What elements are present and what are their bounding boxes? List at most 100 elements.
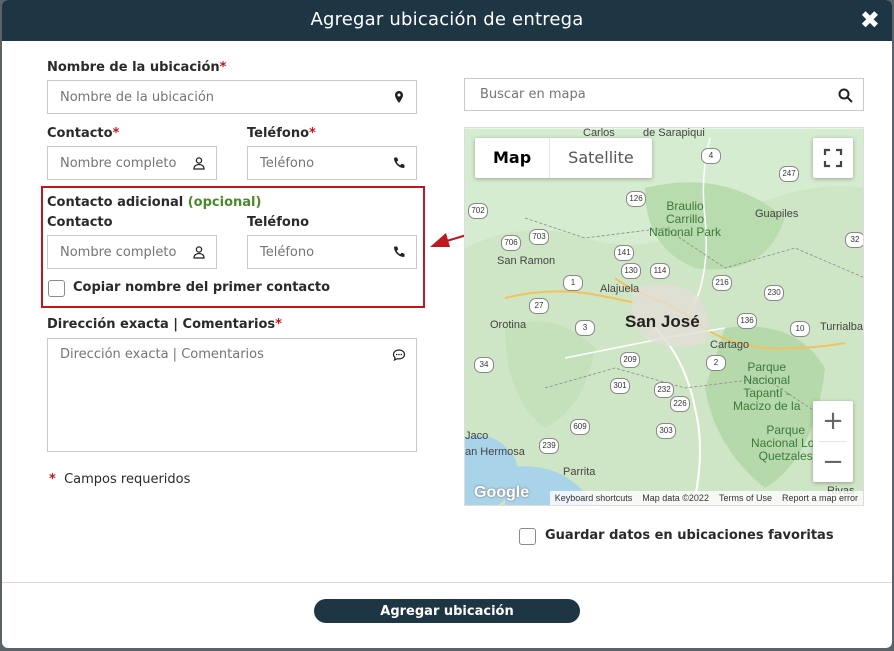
required-mark: * [112,126,120,141]
map-label-text: Quetzales [758,449,813,463]
map-label-park: Braulio Carrillo National Park [649,200,721,239]
zoom-control: + − [813,401,853,482]
route-shield: 126 [626,191,646,207]
map-label: de Sarapiqui [643,127,705,139]
map-label-text: Nacional Los [751,436,821,450]
map-label: Orotina [490,319,527,331]
additional-phone-label: Teléfono [247,215,310,230]
route-shield: 703 [529,229,549,245]
map-label-text: Carrillo [666,212,705,226]
map-label-park: Parque Nacional Tapantí - Macizo de la [733,361,800,413]
map-label-text: Tapantí - [743,386,791,400]
route-shield: 232 [654,382,674,398]
add-location-button[interactable]: Agregar ubicación [314,599,580,623]
route-shield: 114 [650,263,670,279]
map-pin-icon [395,91,403,103]
fullscreen-icon [823,148,843,168]
map-data-text: Map data ©2022 [642,493,709,503]
phone-icon [394,246,405,257]
required-mark: * [275,317,282,332]
route-shield: 230 [764,285,784,301]
map-search-field[interactable] [464,78,864,111]
terms-link[interactable]: Terms of Use [714,491,777,505]
map-type-control: Map Satellite [475,138,652,178]
route-shield: 1 [563,275,583,291]
optional-tag: (opcional) [187,195,262,210]
route-shield: 702 [468,203,488,219]
search-icon[interactable] [838,88,853,103]
map-label-text: Parque [747,360,787,374]
route-shield: 209 [620,352,640,368]
required-mark: * [309,126,316,141]
route-shield: 130 [621,263,641,279]
route-shield: 141 [614,245,634,261]
close-icon[interactable]: ✖ [860,7,880,33]
route-shield: 136 [737,313,757,329]
dialog-title: Agregar ubicación de entrega [310,9,584,30]
copy-contact-checkbox-label[interactable]: Copiar nombre del primer contacto [73,280,330,295]
map-label-text: Macizo de la [733,399,801,413]
location-name-field[interactable] [47,80,417,114]
phone-input[interactable] [260,147,384,179]
keyboard-shortcuts-link[interactable]: Keyboard shortcuts [550,491,638,505]
save-favorites-label[interactable]: Guardar datos en ubicaciones favoritas [545,528,834,543]
map-label: Turrialba [820,321,863,333]
route-shield: 32 [845,232,863,248]
zoom-in-button[interactable]: + [813,401,853,441]
map-label: Parrita [563,466,596,478]
map-label-park: Parque Nacional Los Quetzales [751,424,820,463]
map-label: Alajuela [600,283,640,295]
location-name-input[interactable] [60,81,384,113]
additional-phone-input[interactable] [260,236,384,268]
route-shield: 4 [701,148,721,164]
report-error-link[interactable]: Report a map error [777,491,863,505]
additional-contact-heading: Contacto adicional (opcional) [47,195,261,210]
contact-field[interactable] [47,146,217,180]
map-type-map-button[interactable]: Map [475,138,549,178]
additional-contact-field[interactable] [47,235,217,269]
copy-contact-checkbox[interactable] [48,280,65,297]
route-shield: 10 [790,321,810,337]
contact-input[interactable] [60,147,184,179]
address-label-text: Dirección exacta | Comentarios [47,317,276,332]
map-label-text: Nacional [743,373,791,387]
map-label: an Hermosa [465,446,525,458]
route-shield: 34 [474,357,494,373]
map-type-satellite-button[interactable]: Satellite [549,138,652,178]
map-label: Cartago [710,339,750,351]
map-search-input[interactable] [480,79,820,110]
route-shield: 609 [570,419,590,435]
required-fields-note: * Campos requeridos [49,472,190,487]
route-shield: 3 [575,320,595,336]
person-icon [193,157,205,170]
map-label-capital: San José [625,312,700,331]
map-label-text: National Park [649,225,722,239]
required-mark: * [49,472,56,487]
phone-field[interactable] [247,146,417,180]
person-icon [193,246,205,259]
location-name-label-text: Nombre de la ubicación [47,60,220,75]
fullscreen-button[interactable] [813,138,853,178]
route-shield: 247 [779,166,799,182]
additional-contact-label: Contacto [47,215,113,230]
additional-phone-field[interactable] [247,235,417,269]
route-shield: 303 [656,423,676,439]
contact-label-text: Contacto [47,126,113,141]
route-shield: 239 [539,438,559,454]
comment-icon [392,349,406,362]
map-view[interactable]: Carlos de Sarapiqui Braulio Carrillo Natio… [464,127,864,506]
route-shield: 2 [706,355,726,371]
route-shield: 27 [529,298,549,314]
address-textarea[interactable] [60,347,384,443]
map-attribution: Keyboard shortcuts Map data ©2022 Terms … [549,491,863,505]
save-favorites-checkbox[interactable] [519,528,536,545]
google-logo: Google [474,484,530,501]
route-shield: 301 [610,378,630,394]
address-field[interactable] [47,338,417,452]
map-label-text: Braulio [666,199,704,213]
map-label: Guapiles [755,208,799,220]
zoom-out-button[interactable]: − [813,442,853,482]
additional-contact-input[interactable] [60,236,184,268]
map-label-text: Parque [766,423,806,437]
required-fields-text: Campos requeridos [64,472,191,487]
